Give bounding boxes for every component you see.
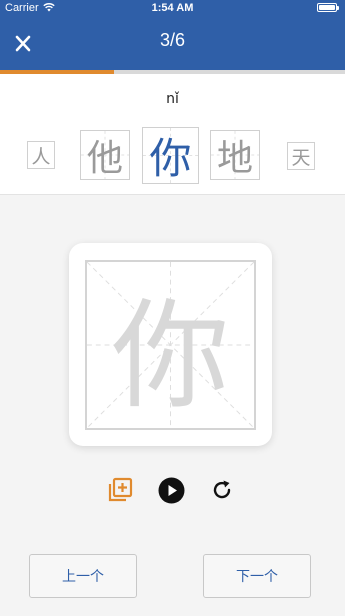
battery-icon — [317, 3, 339, 12]
play-button[interactable] — [157, 476, 185, 504]
character-cell[interactable]: 他 — [80, 130, 130, 180]
outline-character: 你 — [111, 286, 230, 425]
replay-button[interactable] — [208, 476, 236, 504]
character-text: 他 — [86, 138, 123, 179]
add-to-list-button[interactable] — [106, 476, 134, 504]
page-title: 3/6 — [159, 30, 186, 50]
character-cell-current[interactable]: 你 — [142, 127, 199, 184]
replay-icon — [213, 480, 231, 499]
add-to-list-icon — [108, 477, 133, 502]
character-text: 地 — [216, 138, 253, 179]
app-screen: Carrier 1:54 AM 3/6 nǐ 人 他 你 地 天 你 上一个 下… — [0, 0, 345, 616]
close-icon — [15, 35, 31, 52]
character-cell[interactable]: 地 — [210, 130, 260, 180]
character-strip: nǐ 人 他 你 地 天 — [0, 74, 345, 195]
character-cell[interactable]: 天 — [287, 142, 315, 170]
clock: 1:54 AM — [151, 2, 194, 14]
header-bar: Carrier 1:54 AM 3/6 — [0, 0, 345, 70]
character-text: 人 — [31, 145, 51, 168]
status-bar: Carrier 1:54 AM — [0, 0, 345, 18]
writing-board[interactable]: 你 — [69, 243, 272, 446]
character-cell[interactable]: 人 — [27, 141, 55, 169]
character-text: 天 — [291, 146, 311, 169]
previous-button[interactable]: 上一个 — [29, 554, 137, 598]
practice-grid: 你 — [85, 260, 256, 430]
pinyin-label: nǐ — [166, 91, 179, 107]
character-text: 你 — [149, 134, 192, 183]
next-button[interactable]: 下一个 — [203, 554, 311, 598]
close-button[interactable] — [10, 33, 36, 55]
play-icon — [158, 477, 184, 503]
